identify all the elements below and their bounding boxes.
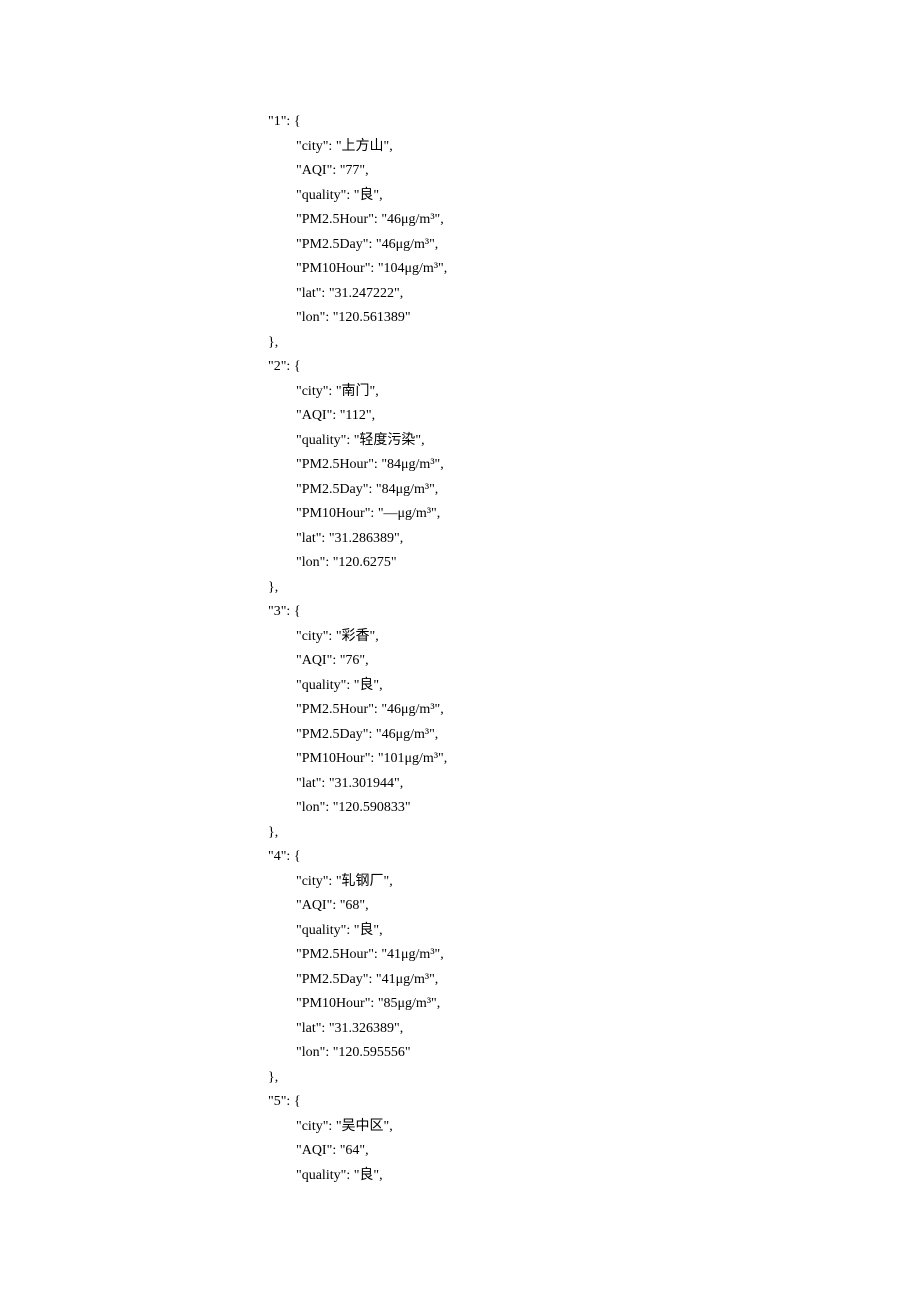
json-code-block: "1": { "city": "上方山", "AQI": "77", "qual…: [0, 0, 920, 1188]
